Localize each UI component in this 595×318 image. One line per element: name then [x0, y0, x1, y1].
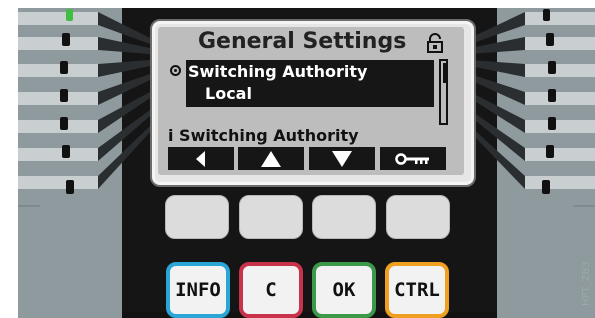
key-icon: [395, 152, 429, 165]
info-line: i Switching Authority: [168, 126, 359, 145]
figure-id-watermark: HPT_ZB3: [581, 261, 592, 306]
softkey-up[interactable]: [238, 147, 304, 170]
softkey-bar: [168, 147, 446, 170]
info-button[interactable]: INFO: [166, 262, 230, 318]
led-indicator: [548, 89, 556, 102]
blank-button-2[interactable]: [239, 195, 303, 239]
blank-button-4[interactable]: [386, 195, 450, 239]
screen-title: General Settings: [198, 29, 407, 54]
unlocked-padlock-icon: [427, 33, 443, 53]
led-indicator: [546, 145, 554, 158]
led-indicator: [546, 33, 554, 46]
left-arrow-icon: [196, 150, 205, 167]
ctrl-button-label: CTRL: [394, 279, 440, 301]
led-indicator: [62, 145, 70, 158]
clear-button-label: C: [265, 279, 277, 301]
led-indicator: [60, 89, 68, 102]
scrollbar-thumb[interactable]: [443, 63, 446, 83]
left-side-panel: [18, 8, 122, 318]
ok-button[interactable]: OK: [312, 262, 376, 318]
led-indicator: [62, 33, 70, 46]
scrollbar[interactable]: [439, 59, 448, 125]
clear-button[interactable]: C: [239, 262, 303, 318]
led-indicator: [66, 9, 73, 21]
led-indicator: [548, 61, 556, 74]
info-button-label: INFO: [175, 279, 221, 301]
blank-button-1[interactable]: [165, 195, 229, 239]
led-indicator: [542, 180, 550, 194]
softkey-down[interactable]: [309, 147, 375, 170]
menu-item-label: Switching Authority: [188, 62, 368, 81]
led-indicator: [548, 117, 556, 130]
softkey-left[interactable]: [168, 147, 234, 170]
softkey-key[interactable]: [380, 147, 446, 170]
down-arrow-icon: [332, 150, 352, 167]
menu-item-value: Local: [205, 84, 252, 103]
up-arrow-icon: [261, 150, 281, 167]
device-front-panel: General Settings Switching Authority Loc…: [0, 0, 595, 318]
ctrl-button[interactable]: CTRL: [385, 262, 449, 318]
selected-radio-icon: [170, 65, 181, 76]
led-indicator: [60, 117, 68, 130]
ok-button-label: OK: [332, 279, 356, 301]
blank-button-3[interactable]: [312, 195, 376, 239]
led-indicator: [543, 9, 550, 21]
led-indicator: [60, 61, 68, 74]
led-indicator: [66, 180, 74, 194]
